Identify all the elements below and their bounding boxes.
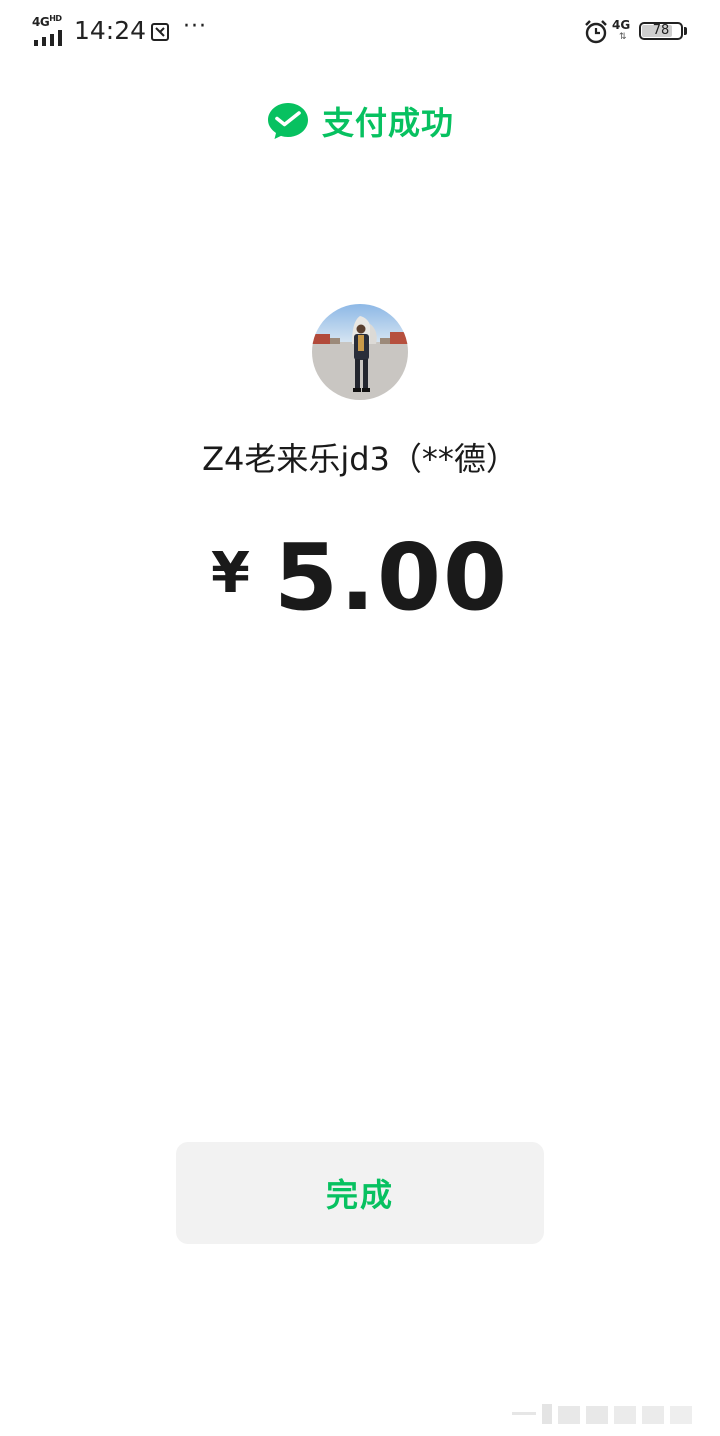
status-bar: 4GHD 14:24 ··· 4G ⇅ 78	[0, 0, 720, 66]
done-button[interactable]: 完成	[176, 1142, 544, 1244]
status-time: 14:24	[74, 16, 147, 45]
signal-icon: 4GHD	[32, 14, 68, 46]
battery-level-text: 78	[652, 23, 670, 38]
payment-amount: ¥ 5.00	[0, 522, 720, 632]
screenshot-icon	[151, 23, 169, 41]
currency-symbol: ¥	[211, 540, 250, 606]
payment-status-header: 支付成功	[0, 96, 720, 146]
wechat-pay-icon	[267, 103, 308, 139]
amount-value: 5.00	[273, 523, 509, 631]
battery-tip	[684, 27, 687, 35]
payee-name: Z4老来乐jd3（**德）	[202, 440, 518, 478]
network-type-left: 4GHD	[32, 14, 62, 29]
avatar	[312, 304, 408, 400]
more-notifications-icon: ···	[183, 14, 207, 39]
done-button-label: 完成	[325, 1176, 394, 1214]
network-type-right: 4G	[612, 18, 631, 32]
battery-icon: 78	[639, 22, 683, 40]
payment-status-title: 支付成功	[321, 104, 454, 142]
alarm-icon	[585, 20, 607, 44]
watermark	[512, 1404, 692, 1424]
data-activity-icon: ⇅	[619, 32, 627, 42]
